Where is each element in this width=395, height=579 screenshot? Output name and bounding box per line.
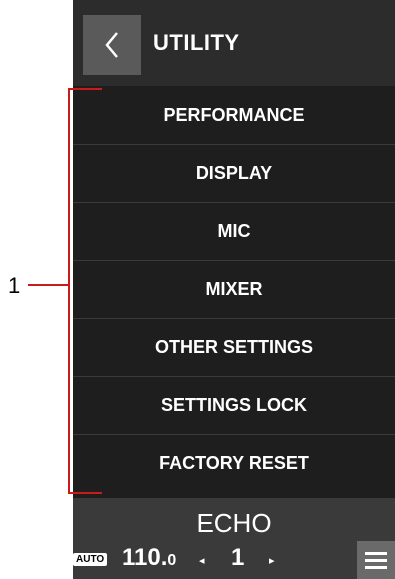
menu-item-mixer[interactable]: MIXER xyxy=(73,260,395,318)
effect-name: ECHO xyxy=(196,508,272,538)
menu-button[interactable] xyxy=(357,541,395,579)
menu-item-mic[interactable]: MIC xyxy=(73,202,395,260)
beat-value: 1 xyxy=(231,544,245,571)
beat-right-arrow-icon[interactable]: ▸ xyxy=(269,554,275,567)
utility-menu: PERFORMANCE DISPLAY MIC MIXER OTHER SETT… xyxy=(73,86,395,492)
page-title: UTILITY xyxy=(153,30,240,55)
menu-item-other-settings[interactable]: OTHER SETTINGS xyxy=(73,318,395,376)
callout-bracket xyxy=(68,88,102,494)
menu-item-factory-reset[interactable]: FACTORY RESET xyxy=(73,434,395,492)
menu-item-performance[interactable]: PERFORMANCE xyxy=(73,86,395,144)
bpm-display: 110.0 xyxy=(122,544,176,572)
device-screen: UTILITY PERFORMANCE DISPLAY MIC MIXER OT… xyxy=(73,0,395,579)
status-footer: ECHO AUTO 110.0 ◂ 1 ▸ xyxy=(73,498,395,579)
bpm-integer: 110. xyxy=(122,544,168,571)
chevron-left-icon xyxy=(105,32,118,58)
menu-item-display[interactable]: DISPLAY xyxy=(73,144,395,202)
callout-number: 1 xyxy=(8,273,21,298)
auto-badge: AUTO xyxy=(73,553,108,566)
hamburger-icon xyxy=(365,552,387,569)
menu-item-settings-lock[interactable]: SETTINGS LOCK xyxy=(73,376,395,434)
bpm-decimal: 0 xyxy=(167,552,177,569)
header-bar: UTILITY xyxy=(73,0,395,86)
callout-line xyxy=(28,284,68,286)
beat-left-arrow-icon[interactable]: ◂ xyxy=(199,554,205,567)
back-button[interactable] xyxy=(83,15,141,75)
